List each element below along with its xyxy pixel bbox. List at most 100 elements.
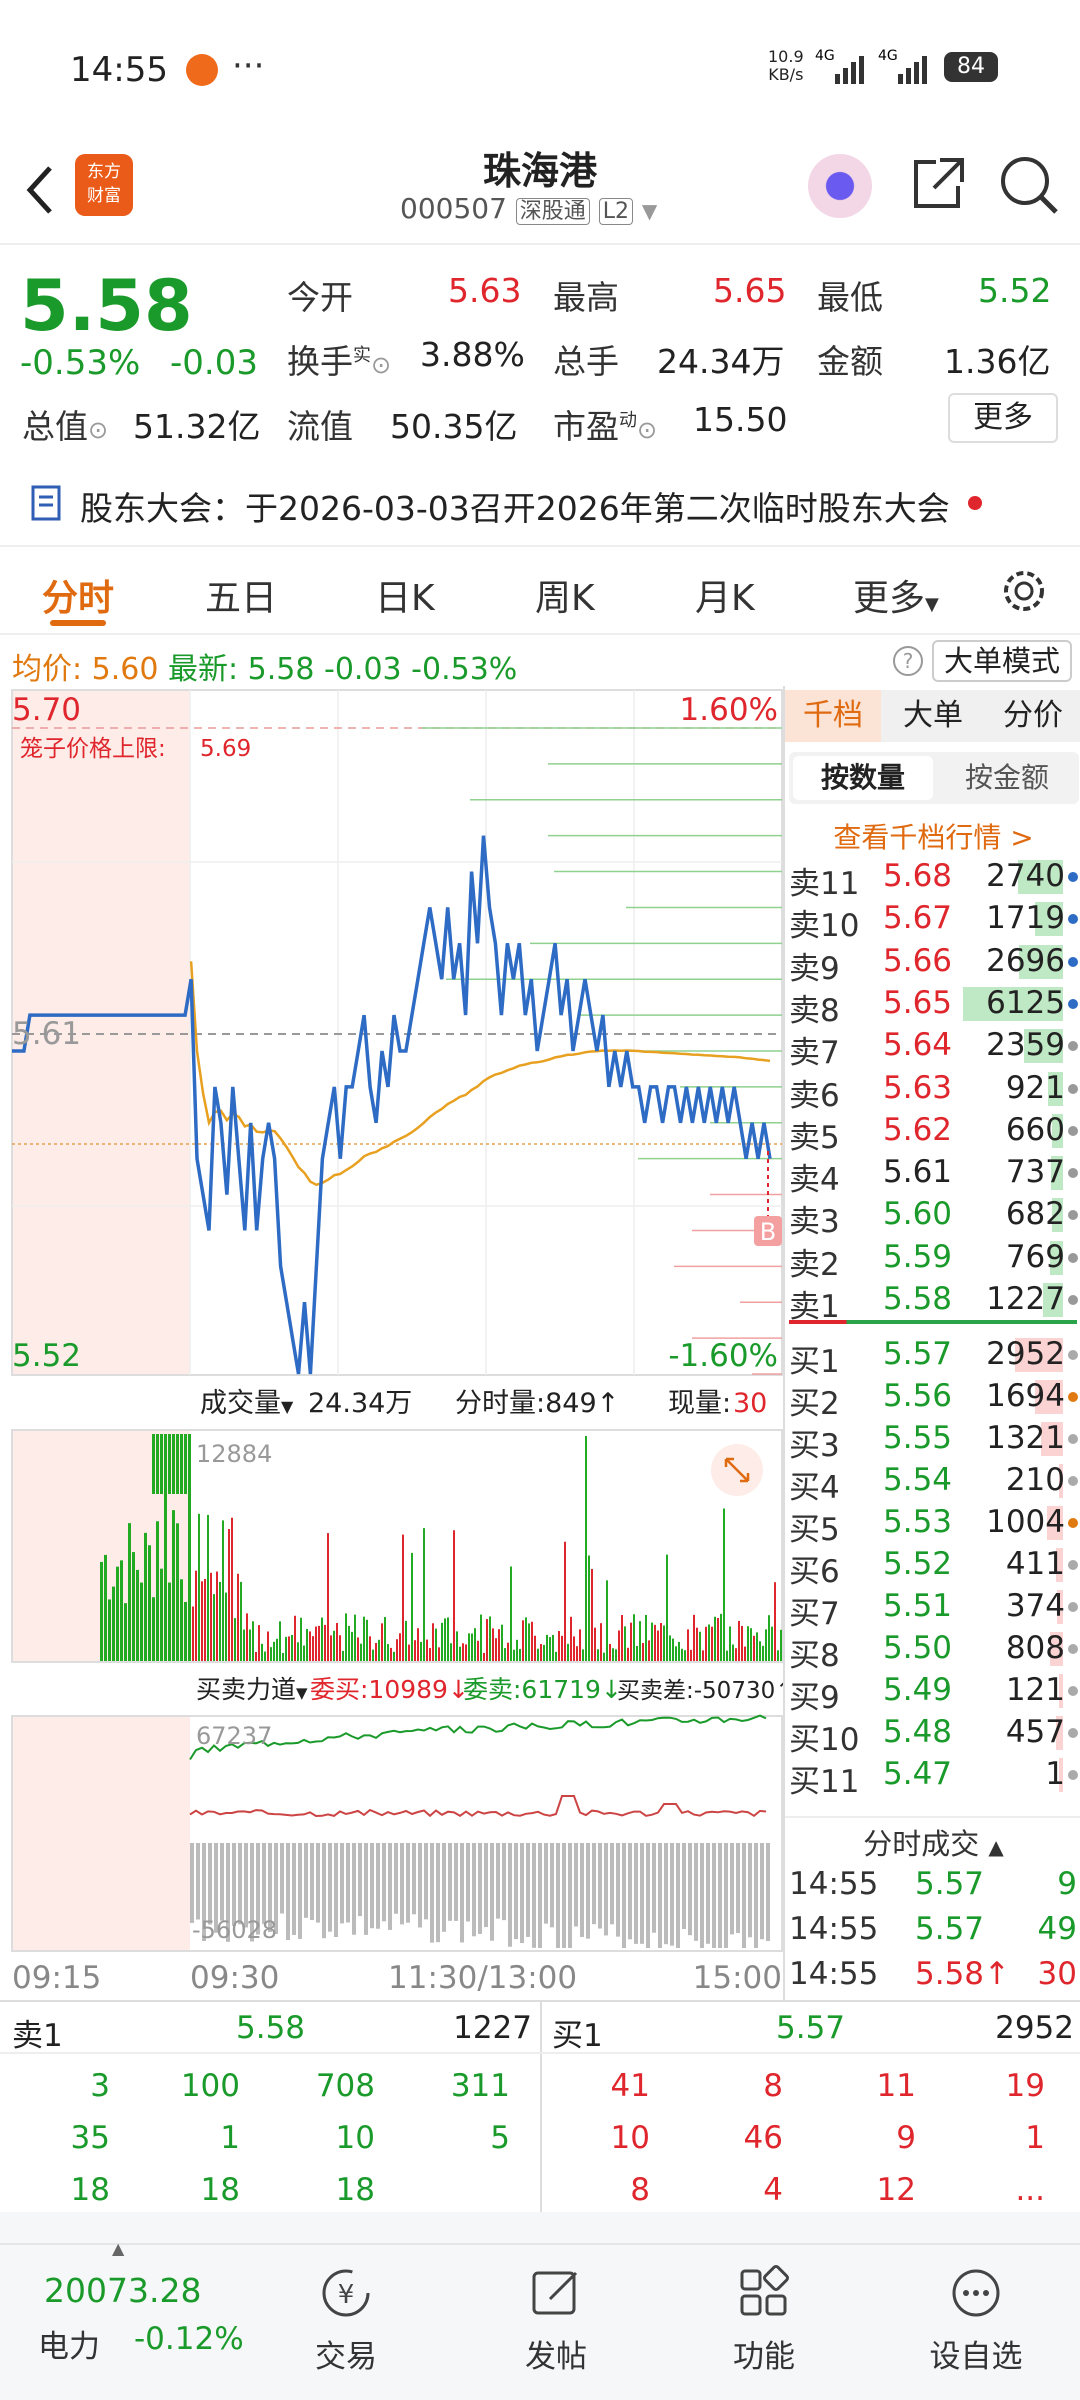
buy-level-row: 买7 5.51 374	[785, 1586, 1080, 1632]
big-order-mode-button[interactable]: 大单模式	[932, 640, 1072, 682]
volume-bar	[741, 1625, 743, 1661]
sell-level-row: 卖1 5.58 1227	[785, 1279, 1080, 1325]
intraday-chart-svg[interactable]: B 5.70 5.61 5.52 1.60% -1.60% 笼子价格上限: 5.…	[0, 686, 795, 2001]
tab-price-dist[interactable]: 分价	[985, 690, 1080, 742]
tab-qiandang[interactable]: 千档	[785, 690, 881, 742]
force-bar	[514, 1843, 518, 1940]
nav-post[interactable]: 发帖	[486, 2265, 626, 2376]
volume-bar	[744, 1646, 746, 1661]
level-label: 买6	[789, 1554, 840, 1590]
force-bar	[442, 1843, 446, 1932]
volume-bar	[549, 1637, 551, 1661]
stock-code-row[interactable]: 000507 深股通 L2 ▼	[400, 192, 657, 225]
volume-bar	[201, 1581, 203, 1661]
limit-label: 笼子价格上限:	[20, 736, 166, 762]
change-pct: -0.53%	[20, 343, 141, 383]
tab-week-k[interactable]: 周K	[535, 569, 595, 621]
queue-table: 卖1 5.58 1227 买1 5.57 2952 3 100 708 311 35 1 1…	[0, 2000, 1080, 2212]
buy-level-row: 买11 5.47 1	[785, 1754, 1080, 1800]
force-bar	[412, 1843, 416, 1915]
force-bar	[400, 1843, 404, 1925]
share-icon[interactable]	[908, 154, 968, 214]
subtab-by-amount[interactable]: 按金额	[937, 756, 1077, 800]
force-dropdown[interactable]: 买卖力道▼	[196, 1675, 308, 1704]
search-icon[interactable]	[998, 154, 1060, 216]
level-dot	[1068, 914, 1078, 925]
tab-five-day[interactable]: 五日	[205, 569, 277, 621]
volume-bar	[690, 1649, 692, 1661]
volume-bar	[432, 1623, 434, 1661]
volume-bar	[666, 1554, 668, 1661]
current-price: 5.58	[20, 265, 193, 347]
level-volume: 769	[1005, 1238, 1065, 1275]
level-volume: 1321	[986, 1420, 1065, 1456]
settings-gear-icon[interactable]	[1000, 567, 1048, 615]
trade-title[interactable]: 分时成交 ▲	[785, 1821, 1080, 1863]
notice-bar[interactable]: 股东大会：于2026-03-03召开2026年第二次临时股东大会	[0, 470, 1080, 540]
volume-bar	[176, 1434, 179, 1494]
sell-level-row: 卖11 5.68 2740	[785, 856, 1080, 902]
level-price: 5.57	[883, 1336, 953, 1372]
view-qiandang-link[interactable]: 查看千档行情 >	[785, 816, 1080, 856]
volume-bar	[336, 1622, 338, 1661]
queue-buy-cell: 46	[743, 2120, 783, 2156]
assistant-avatar-icon[interactable]	[808, 154, 872, 218]
force-bar	[220, 1843, 224, 1921]
collapse-caret-icon[interactable]: ▲	[112, 2239, 124, 2258]
volume-bar	[237, 1573, 239, 1661]
buy-level-row: 买6 5.52 411	[785, 1544, 1080, 1590]
volume-total: 24.34万	[308, 1388, 412, 1419]
volume-bar	[771, 1626, 773, 1661]
volume-bar	[261, 1643, 263, 1661]
force-bar	[376, 1843, 380, 1929]
force-bar	[262, 1843, 266, 1924]
chart-area[interactable]: B 5.70 5.61 5.52 1.60% -1.60% 笼子价格上限: 5.…	[0, 686, 795, 2001]
volume-bar	[321, 1617, 323, 1661]
more-button[interactable]: 更多	[948, 393, 1058, 443]
volume-bar	[483, 1652, 485, 1661]
volume-bar	[160, 1568, 163, 1661]
trade-divider	[785, 1816, 1080, 1818]
force-bar	[712, 1843, 716, 1948]
more-dots-icon: ···	[232, 46, 265, 86]
level-dot	[1068, 1252, 1078, 1263]
low-label: 最低	[817, 278, 883, 317]
tab-month-k[interactable]: 月K	[695, 569, 755, 621]
level-price: 5.48	[883, 1714, 953, 1750]
volume-bar	[720, 1613, 722, 1661]
force-bar	[286, 1843, 290, 1940]
nav-trade[interactable]: ¥ 交易	[276, 2265, 416, 2376]
volume-bar	[279, 1621, 281, 1661]
volume-bar	[120, 1560, 123, 1661]
tab-minute[interactable]: 分时	[42, 569, 114, 621]
volume-bar	[164, 1490, 167, 1661]
queue-buy-cell: ...	[1015, 2172, 1045, 2208]
force-bar	[472, 1843, 476, 1937]
subtab-by-volume[interactable]: 按数量	[793, 756, 933, 800]
volume-label: 总手	[553, 342, 619, 381]
volume-bar	[180, 1579, 183, 1661]
force-bar	[532, 1843, 536, 1948]
nav-add-watchlist[interactable]: 设自选	[906, 2265, 1046, 2376]
volume-bar	[747, 1626, 749, 1661]
volume-bar	[402, 1534, 404, 1661]
volume-bar	[768, 1615, 770, 1661]
force-bar	[496, 1843, 500, 1919]
force-bar	[322, 1843, 326, 1939]
level-volume: 6125	[986, 984, 1065, 1021]
volume-bar	[546, 1634, 548, 1661]
tab-more[interactable]: 更多▼	[853, 569, 939, 621]
volume-value: 24.34万	[657, 342, 785, 381]
tab-day-k[interactable]: 日K	[375, 569, 435, 621]
volume-bar	[140, 1582, 143, 1661]
force-bar	[478, 1843, 482, 1934]
volume-bar	[699, 1631, 701, 1661]
volume-bar	[180, 1434, 183, 1494]
help-icon[interactable]: ?	[893, 646, 923, 676]
volume-dropdown[interactable]: 成交量▼	[200, 1388, 294, 1419]
index-value[interactable]: 20073.28	[44, 2271, 201, 2310]
tab-big-order[interactable]: 大单	[885, 690, 981, 742]
nav-function[interactable]: 功能	[694, 2265, 834, 2376]
pct-top-label: 1.60%	[680, 692, 778, 728]
level-price: 5.56	[883, 1378, 953, 1414]
